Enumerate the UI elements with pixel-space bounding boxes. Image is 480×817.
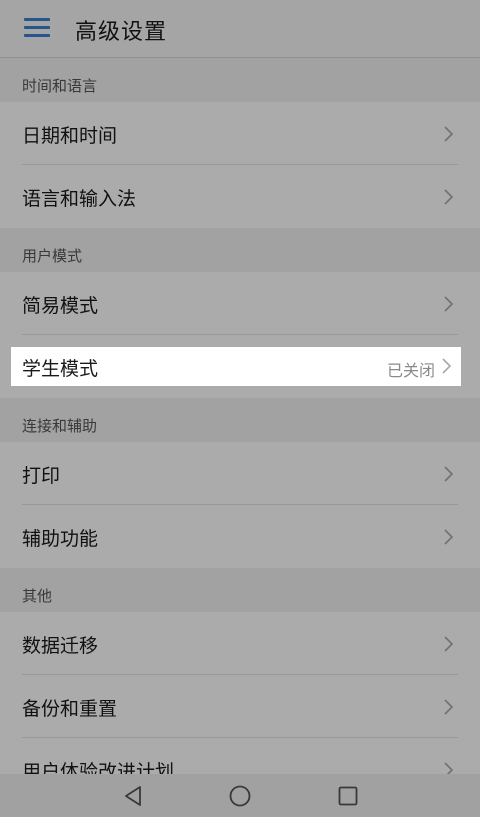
screen: 高级设置 时间和语言 日期和时间 语言和输入法 用户模式 简易模式 连接和辅助 … — [0, 0, 480, 817]
chevron-right-icon — [444, 126, 454, 142]
chevron-right-icon — [444, 529, 454, 545]
section-header-user-mode: 用户模式 — [0, 228, 480, 272]
home-circle-icon[interactable] — [227, 783, 253, 809]
section-header-other: 其他 — [0, 568, 480, 612]
hamburger-menu-icon[interactable] — [24, 16, 50, 38]
section-header-connection-assist: 连接和辅助 — [0, 398, 480, 442]
settings-item-data-migration[interactable]: 数据迁移 — [0, 612, 480, 675]
section-header-time-language: 时间和语言 — [0, 58, 480, 102]
settings-item-label: 打印 — [22, 465, 61, 487]
settings-item-date-time[interactable]: 日期和时间 — [0, 102, 480, 165]
chevron-right-icon — [442, 358, 452, 374]
system-navigation-bar — [0, 774, 480, 817]
settings-item-language-input[interactable]: 语言和输入法 — [0, 165, 480, 228]
chevron-right-icon — [444, 466, 454, 482]
chevron-right-icon — [444, 636, 454, 652]
chevron-right-icon — [444, 296, 454, 312]
status-value: 已关闭 — [386, 361, 435, 380]
settings-item-label: 备份和重置 — [22, 698, 118, 720]
app-header: 高级设置 — [0, 0, 480, 58]
settings-item-print[interactable]: 打印 — [0, 442, 480, 505]
page-title: 高级设置 — [75, 20, 168, 45]
chevron-right-icon — [444, 189, 454, 205]
settings-item-label: 简易模式 — [22, 295, 99, 317]
chevron-right-icon — [444, 699, 454, 715]
settings-item-label: 日期和时间 — [22, 125, 118, 147]
settings-item-student-mode[interactable]: 学生模式 已关闭 — [11, 347, 461, 386]
settings-item-accessibility[interactable]: 辅助功能 — [0, 505, 480, 568]
settings-item-backup-reset[interactable]: 备份和重置 — [0, 675, 480, 738]
settings-item-label: 辅助功能 — [22, 528, 99, 550]
settings-item-simple-mode[interactable]: 简易模式 — [0, 272, 480, 335]
back-triangle-icon[interactable] — [120, 783, 146, 809]
settings-item-label: 数据迁移 — [22, 635, 99, 657]
settings-item-label: 语言和输入法 — [22, 188, 137, 210]
recents-square-icon[interactable] — [335, 783, 361, 809]
settings-list: 时间和语言 日期和时间 语言和输入法 用户模式 简易模式 连接和辅助 打印 辅助… — [0, 58, 480, 801]
settings-item-label: 学生模式 — [22, 358, 99, 380]
